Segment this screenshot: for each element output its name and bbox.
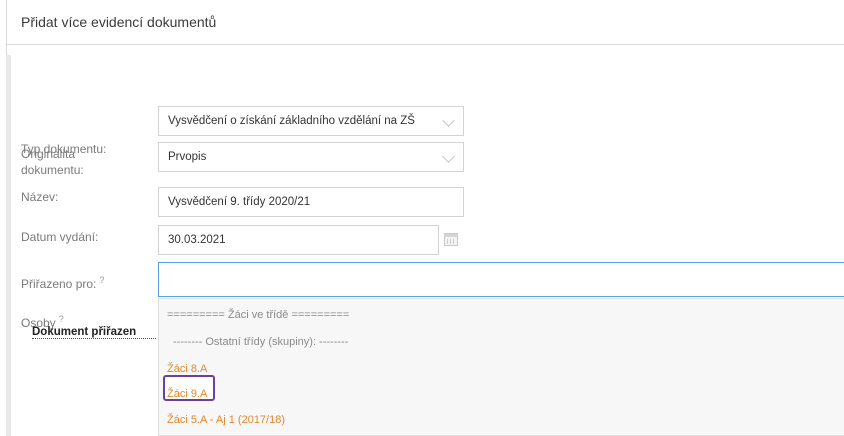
issue-date-input[interactable]: 30.03.2021 xyxy=(158,225,439,255)
dialog-title: Přidat více evidencí dokumentů xyxy=(21,14,217,30)
chevron-down-icon xyxy=(442,150,455,163)
dropdown-option[interactable]: Žáci 5.A - Aj 1 (2017/18) xyxy=(167,414,285,426)
originality-select[interactable]: Prvopis xyxy=(158,142,464,172)
document-assigned-heading: Dokument přiřazen xyxy=(32,326,156,339)
originality-label-line2: dokumentu: xyxy=(21,163,84,177)
name-label: Název: xyxy=(21,190,59,204)
dialog-header: Přidat více evidencí dokumentů xyxy=(7,0,844,45)
assigned-to-dropdown[interactable]: ========= Žáci ve třídě ========= ------… xyxy=(158,298,844,436)
dropdown-group-header: ========= Žáci ve třídě ========= xyxy=(167,309,350,321)
help-icon[interactable]: ? xyxy=(59,314,64,324)
assigned-to-label-text: Přiřazeno pro: xyxy=(21,277,97,291)
help-icon[interactable]: ? xyxy=(99,275,104,285)
doc-type-select[interactable]: Vysvědčení o získání základního vzdělání… xyxy=(158,106,464,136)
dropdown-other-group: -------- Ostatní třídy (skupiny): ------… xyxy=(173,336,349,348)
dropdown-option[interactable]: Žáci 8.A xyxy=(167,363,207,375)
chevron-down-icon xyxy=(442,114,455,127)
originality-value: Prvopis xyxy=(168,151,207,163)
originality-label-line1: Originalita xyxy=(21,147,76,161)
dropdown-option[interactable]: Žáci 9.A xyxy=(167,388,207,400)
name-input[interactable]: Vysvědčení 9. třídy 2020/21 xyxy=(158,187,464,217)
name-value: Vysvědčení 9. třídy 2020/21 xyxy=(168,196,311,208)
left-edge-bar xyxy=(6,55,11,436)
assigned-to-input[interactable] xyxy=(158,262,844,297)
assigned-to-label: Přiřazeno pro:? xyxy=(21,272,104,292)
issue-date-value: 30.03.2021 xyxy=(168,234,226,246)
calendar-icon[interactable] xyxy=(444,233,458,246)
issue-date-label: Datum vydání: xyxy=(21,230,99,244)
doc-type-value: Vysvědčení o získání základního vzdělání… xyxy=(168,115,415,127)
